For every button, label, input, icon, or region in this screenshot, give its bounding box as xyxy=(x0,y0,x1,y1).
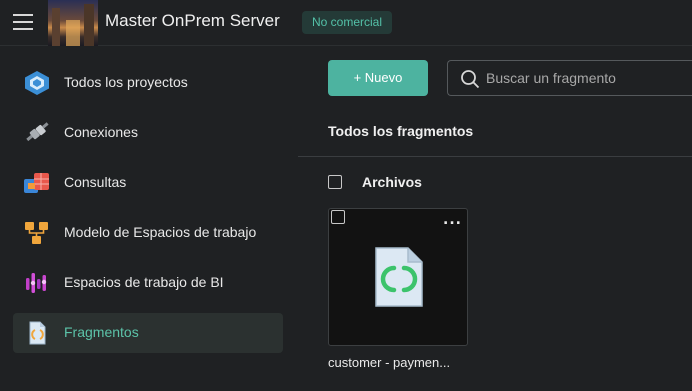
new-button[interactable]: + Nuevo xyxy=(328,60,428,96)
select-all-checkbox[interactable] xyxy=(328,175,342,189)
sidebar-item-projects[interactable]: Todos los proyectos xyxy=(13,63,283,103)
sidebar-item-label: Consultas xyxy=(64,174,127,190)
more-options-icon[interactable]: ... xyxy=(443,213,462,227)
workspace-model-icon xyxy=(25,222,48,244)
bi-workspaces-icon xyxy=(26,273,47,293)
sidebar-item-queries[interactable]: Consultas xyxy=(13,163,283,203)
projects-icon xyxy=(25,71,49,95)
plug-icon xyxy=(26,122,49,142)
search-icon xyxy=(461,70,480,89)
card-checkbox[interactable] xyxy=(331,210,345,224)
search-box[interactable] xyxy=(447,60,692,96)
fragment-icon xyxy=(29,321,46,345)
hamburger-icon[interactable] xyxy=(13,14,33,30)
top-bar: Master OnPrem Server No comercial xyxy=(0,0,692,46)
sidebar-item-label: Conexiones xyxy=(64,124,138,140)
card-caption[interactable]: customer - paymen... xyxy=(328,355,450,370)
files-group-label: Archivos xyxy=(362,174,422,190)
divider xyxy=(298,156,692,157)
sidebar-item-label: Modelo de Espacios de trabajo xyxy=(64,224,257,240)
queries-icon xyxy=(24,173,49,193)
sidebar-item-fragments[interactable]: Fragmentos xyxy=(13,313,283,353)
sidebar-item-label: Todos los proyectos xyxy=(64,74,188,90)
sidebar-item-label: Fragmentos xyxy=(64,324,139,340)
fragment-card[interactable]: ... xyxy=(328,208,468,346)
sidebar-item-connections[interactable]: Conexiones xyxy=(13,113,283,153)
sidebar: Todos los proyectos Conexiones Consultas xyxy=(0,47,298,391)
license-badge: No comercial xyxy=(302,11,393,34)
sidebar-item-workspace-model[interactable]: Modelo de Espacios de trabajo xyxy=(13,213,283,253)
page-title: Master OnPrem Server xyxy=(105,11,280,30)
sidebar-item-label: Espacios de trabajo de BI xyxy=(64,274,224,290)
search-input[interactable] xyxy=(486,68,686,88)
sidebar-item-bi-workspaces[interactable]: Espacios de trabajo de BI xyxy=(13,263,283,303)
section-title: Todos los fragmentos xyxy=(328,123,474,139)
fragment-file-icon xyxy=(375,247,423,307)
server-avatar xyxy=(48,0,98,46)
